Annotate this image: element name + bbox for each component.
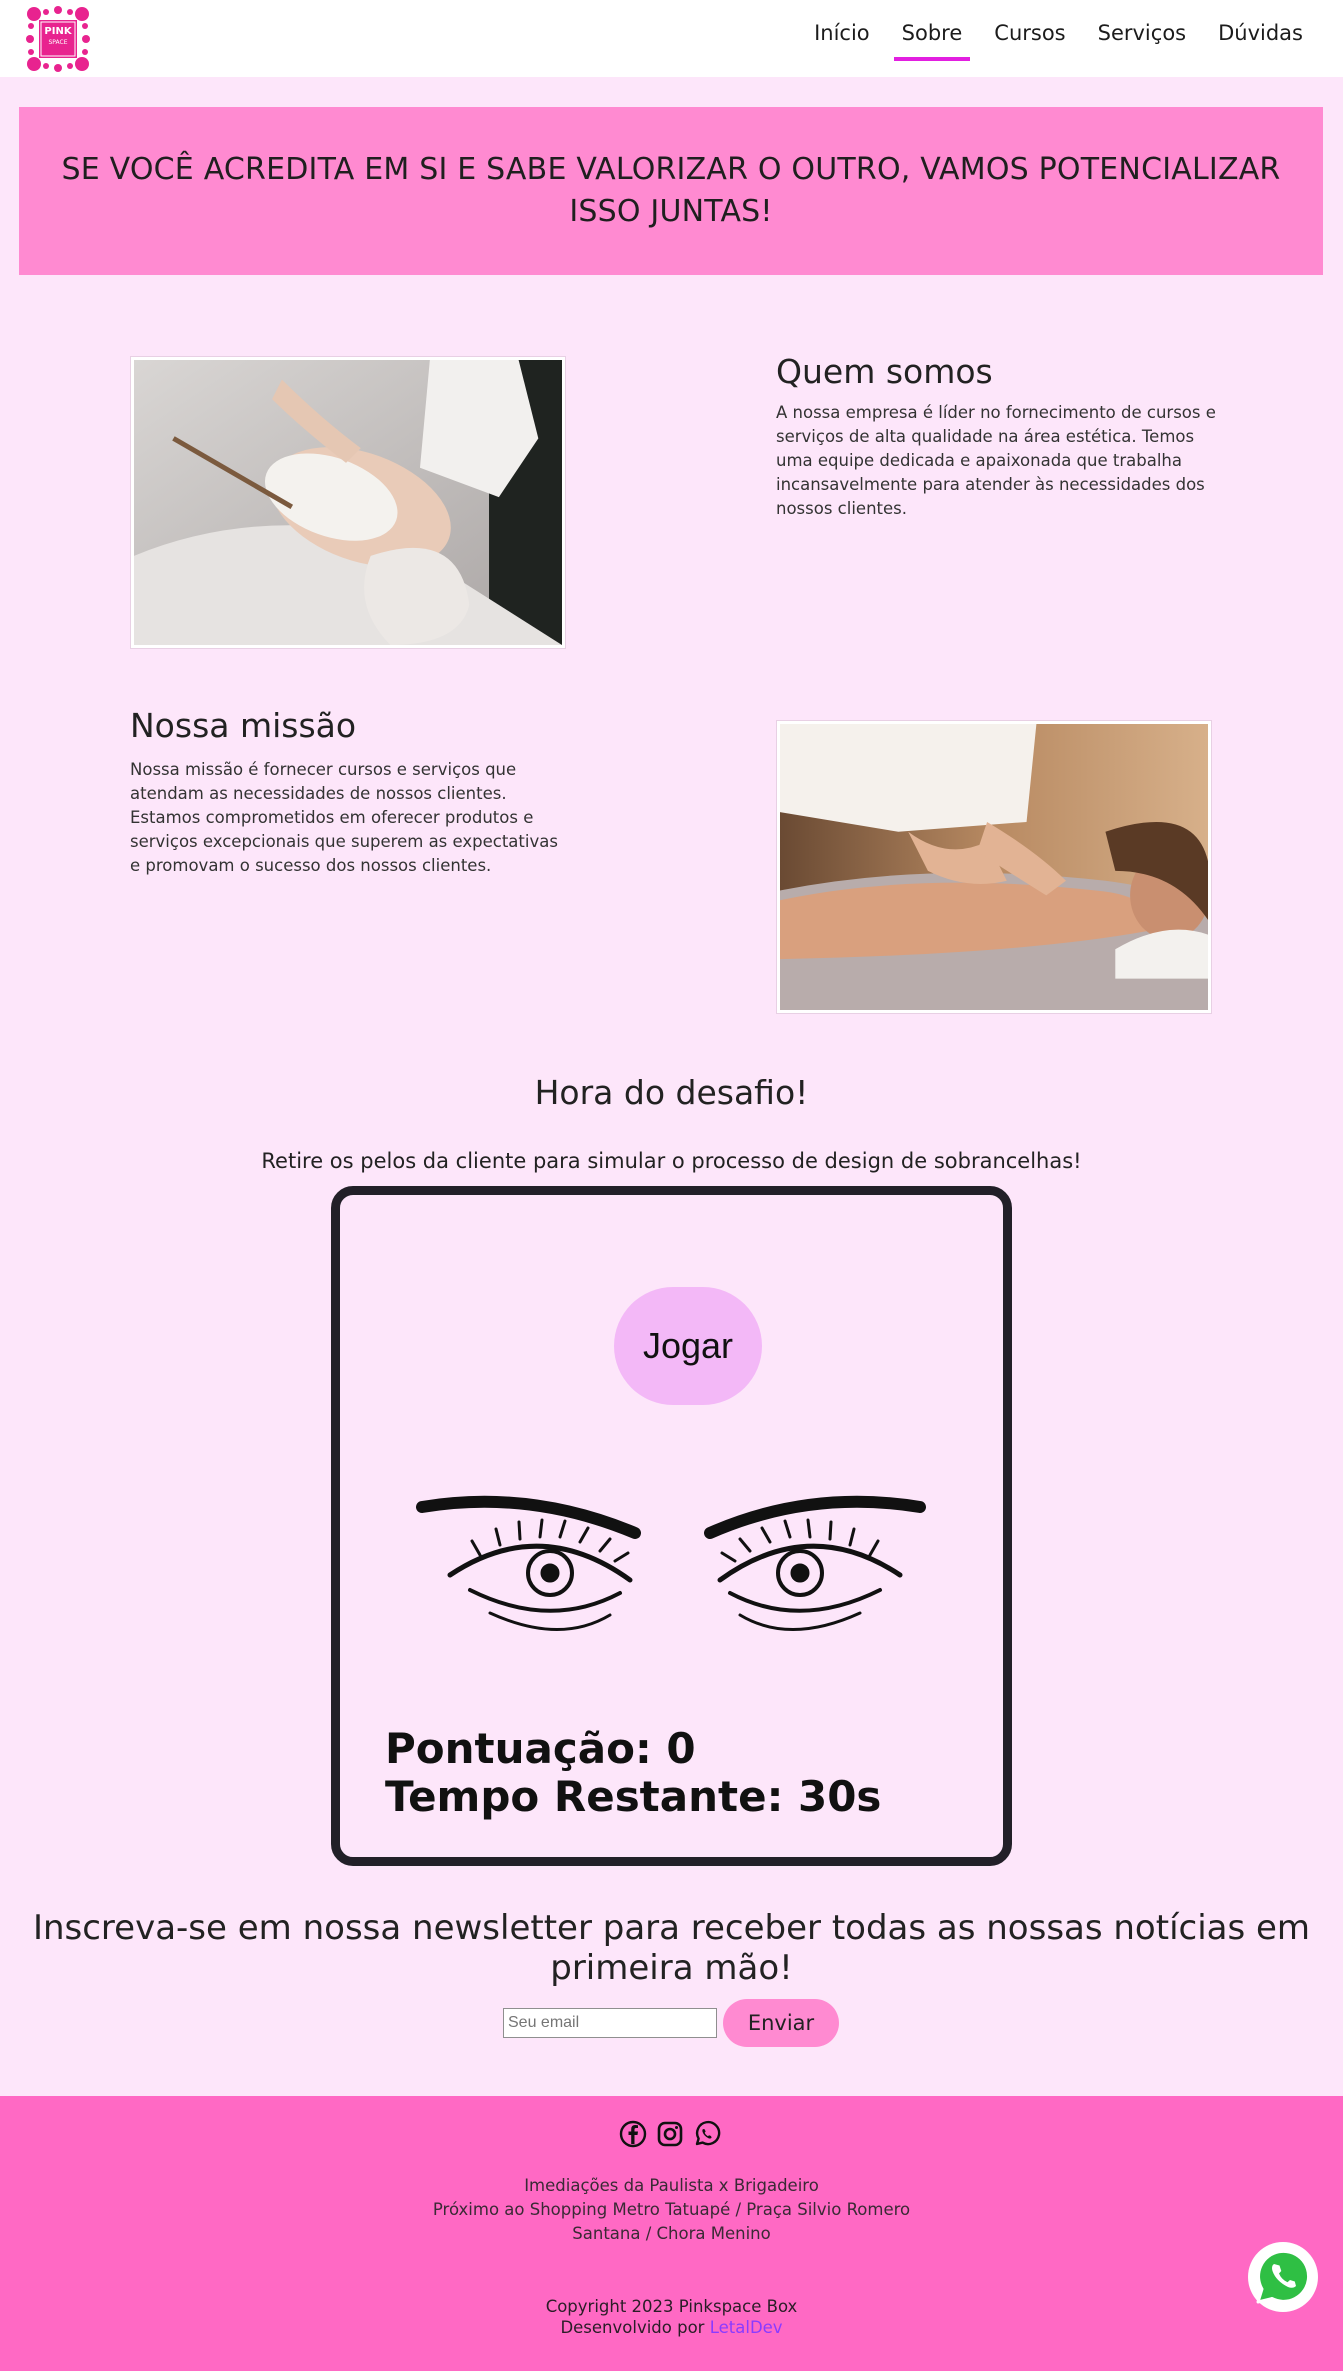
email-input[interactable]	[503, 2008, 717, 2038]
developed-prefix: Desenvolvido por	[560, 2318, 705, 2337]
play-button[interactable]: Jogar	[614, 1287, 762, 1405]
developed-by: Desenvolvido por LetalDev	[0, 2317, 1343, 2338]
eyes-illustration-icon[interactable]	[410, 1495, 940, 1645]
about-text: A nossa empresa é líder no fornecimento …	[776, 403, 1216, 518]
facebook-icon[interactable]	[619, 2120, 647, 2148]
footer-address: Imediações da Paulista x Brigadeiro Próx…	[0, 2174, 1343, 2246]
instagram-icon[interactable]	[656, 2120, 684, 2148]
logo-subtext: SPACE	[48, 38, 68, 46]
game-area[interactable]: Jogar Pontuação: 0 Tempo Restante: 30s	[331, 1186, 1012, 1866]
address-line: Próximo ao Shopping Metro Tatuapé / Praç…	[432, 2200, 911, 2219]
footer-copyright: Copyright 2023 Pinkspace Box Desenvolvid…	[0, 2296, 1343, 2338]
nav-link-servicos[interactable]: Serviços	[1082, 0, 1202, 77]
mission-title: Nossa missão	[130, 706, 357, 745]
newsletter-title: Inscreva-se em nossa newsletter para rec…	[32, 1908, 1311, 1988]
nav-link-sobre[interactable]: Sobre	[886, 0, 979, 77]
newsletter-form: Enviar	[503, 1999, 839, 2047]
whatsapp-icon[interactable]	[693, 2120, 721, 2148]
copyright-text: Copyright 2023 Pinkspace Box	[545, 2297, 798, 2316]
massage-photo	[777, 721, 1211, 1013]
time-remaining-text: Tempo Restante: 30s	[385, 1772, 882, 1821]
address-line: Santana / Chora Menino	[572, 2224, 771, 2243]
challenge-title: Hora do desafio!	[534, 1073, 809, 1112]
about-title: Quem somos	[776, 352, 993, 391]
banner-text: SE VOCÊ ACREDITA EM SI E SABE VALORIZAR …	[61, 152, 1281, 229]
developer-link[interactable]: LetalDev	[710, 2318, 783, 2337]
score-text: Pontuação: 0	[385, 1724, 696, 1773]
footer: Imediações da Paulista x Brigadeiro Próx…	[0, 2096, 1343, 2371]
logo[interactable]: PINK SPACE	[26, 5, 90, 72]
facial-treatment-photo	[131, 357, 565, 648]
nav-link-inicio[interactable]: Início	[798, 0, 886, 77]
challenge-subtitle: Retire os pelos da cliente para simular …	[261, 1149, 1082, 1173]
address-line: Imediações da Paulista x Brigadeiro	[524, 2176, 819, 2195]
mission-text: Nossa missão é fornecer cursos e serviço…	[130, 760, 558, 875]
hero-banner: SE VOCÊ ACREDITA EM SI E SABE VALORIZAR …	[19, 107, 1323, 275]
nav-link-duvidas[interactable]: Dúvidas	[1202, 0, 1319, 77]
logo-text: PINK	[44, 25, 72, 37]
social-links	[619, 2120, 721, 2148]
whatsapp-float-icon[interactable]	[1246, 2240, 1320, 2314]
send-button[interactable]: Enviar	[723, 1999, 839, 2047]
score-panel: Pontuação: 0 Tempo Restante: 30s	[385, 1725, 881, 1821]
nav-link-cursos[interactable]: Cursos	[978, 0, 1081, 77]
nav-links: Início Sobre Cursos Serviços Dúvidas	[798, 0, 1319, 77]
navbar: PINK SPACE Início Sobre Cursos Serviços …	[0, 0, 1343, 77]
